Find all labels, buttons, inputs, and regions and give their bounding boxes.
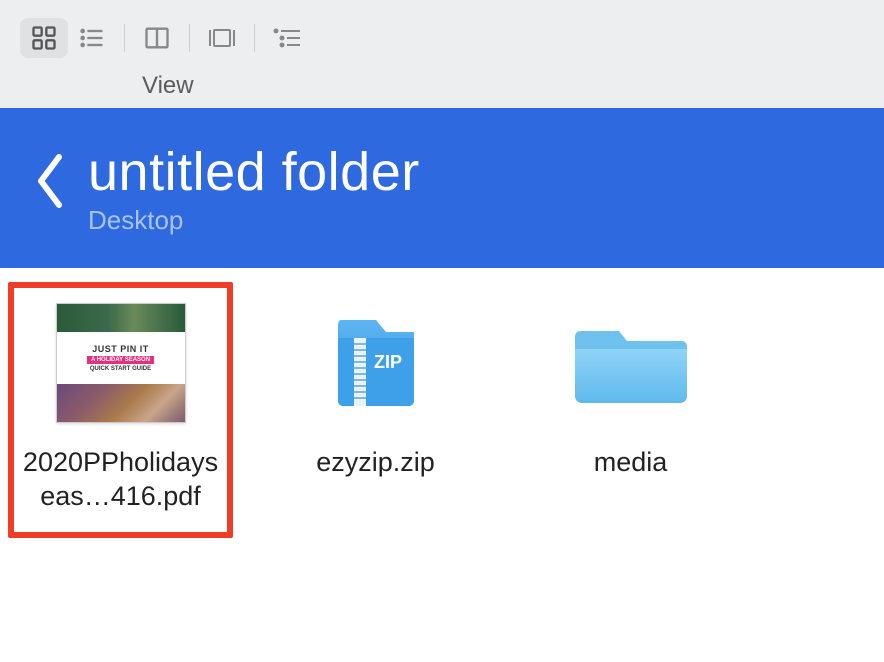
file-item-zip[interactable]: ZIP ezyzip.zip [263, 282, 488, 538]
header-text: untitled folder Desktop [88, 141, 420, 236]
column-view-button[interactable] [133, 18, 181, 58]
file-grid: JUST PIN IT A HOLIDAY SEASON QUICK START… [0, 268, 884, 552]
gallery-icon [207, 27, 237, 49]
file-name-label: 2020PPholidayseas…416.pdf [19, 446, 222, 514]
list-icon [78, 24, 106, 52]
list-view-button[interactable] [68, 18, 116, 58]
view-label: View [142, 72, 864, 100]
folder-icon [571, 313, 691, 413]
folder-title: untitled folder [88, 141, 420, 203]
file-thumbnail: JUST PIN IT A HOLIDAY SEASON QUICK START… [56, 298, 186, 428]
zip-file-icon: ZIP [326, 308, 426, 418]
file-name-label: media [594, 446, 668, 480]
back-button[interactable] [30, 151, 70, 216]
file-name-label: ezyzip.zip [316, 446, 435, 480]
toolbar: View [0, 0, 884, 108]
file-item-folder[interactable]: media [518, 282, 743, 538]
view-mode-switcher [20, 18, 864, 58]
grid-icon [30, 24, 58, 52]
pdf-thumbnail-icon: JUST PIN IT A HOLIDAY SEASON QUICK START… [56, 303, 186, 423]
toolbar-divider [254, 24, 255, 52]
svg-text:ZIP: ZIP [373, 352, 401, 372]
location-header: untitled folder Desktop [0, 108, 884, 268]
hierarchy-list-icon [272, 26, 302, 50]
toolbar-divider [189, 24, 190, 52]
thumb-text: JUST PIN IT [92, 344, 149, 354]
parent-location[interactable]: Desktop [88, 205, 420, 236]
chevron-left-icon [30, 151, 70, 211]
file-item-pdf[interactable]: JUST PIN IT A HOLIDAY SEASON QUICK START… [8, 282, 233, 538]
columns-icon [143, 24, 171, 52]
file-thumbnail: ZIP [311, 298, 441, 428]
group-view-button[interactable] [263, 18, 311, 58]
thumb-text: A HOLIDAY SEASON [87, 356, 154, 364]
thumb-text: QUICK START GUIDE [90, 366, 151, 372]
toolbar-divider [124, 24, 125, 52]
file-thumbnail [566, 298, 696, 428]
icon-view-button[interactable] [20, 18, 68, 58]
gallery-view-button[interactable] [198, 18, 246, 58]
